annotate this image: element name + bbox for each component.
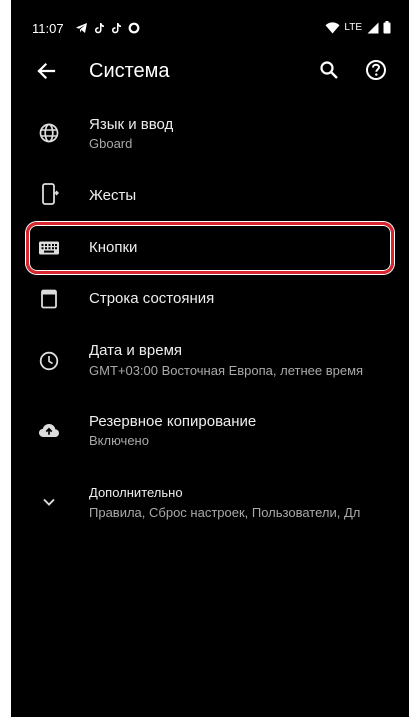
chevron-down-icon [37,490,61,514]
tiktok-icon [112,23,121,34]
tiktok-icon [95,23,104,34]
app-bar: Система [11,48,409,94]
settings-item-title: Строка состояния [89,290,215,307]
settings-screen: 11:07 LTE Система Язык и ввод Gboard Жес… [11,0,409,717]
settings-item-summary: Правила, Сброс настроек, Пользователи, Д… [89,505,361,520]
system-icons: LTE [325,21,391,34]
globe-icon [37,121,61,145]
search-icon [320,61,338,79]
telegram-icon [76,23,87,33]
arrow-back-icon [37,62,56,80]
status-time: 11:07 [32,21,64,36]
cloud-backup-icon [37,418,61,442]
notification-icons [75,22,140,34]
circle-app-icon [128,22,140,34]
search-button[interactable] [317,58,341,82]
settings-item-title: Язык и ввод [89,116,174,133]
settings-item-date-time[interactable]: Дата и время GMT+03:00 Восточная Европа,… [11,334,409,386]
settings-item-title: Резервное копирование [89,413,257,430]
highlight-frame [26,222,394,274]
status-bar-icon [37,287,61,311]
settings-item-summary: Gboard [89,136,133,151]
battery-icon [383,21,391,34]
phone-gesture-icon [37,182,61,206]
help-icon [366,60,386,80]
settings-item-summary: GMT+03:00 Восточная Европа, летнее время [89,363,364,378]
network-type-label: LTE [344,22,362,33]
settings-item-summary: Включено [89,433,149,448]
settings-item-advanced[interactable]: Дополнительно Правила, Сброс настроек, П… [11,477,409,529]
help-button[interactable] [364,58,388,82]
settings-item-title: Дата и время [89,342,183,359]
settings-item-title: Дополнительно [89,485,183,500]
back-button[interactable] [33,58,59,84]
settings-item-backup[interactable]: Резервное копирование Включено [11,405,409,457]
signal-icon [367,22,379,33]
status-bar: 11:07 LTE [11,0,409,36]
settings-item-language-input[interactable]: Язык и ввод Gboard [11,108,409,160]
settings-item-title: Жесты [89,187,137,204]
wifi-icon [325,21,340,33]
settings-item-gestures[interactable]: Жесты [11,168,409,220]
settings-item-status-bar[interactable]: Строка состояния [11,274,409,326]
clock-icon [37,349,61,373]
page-title: Система [89,60,170,82]
